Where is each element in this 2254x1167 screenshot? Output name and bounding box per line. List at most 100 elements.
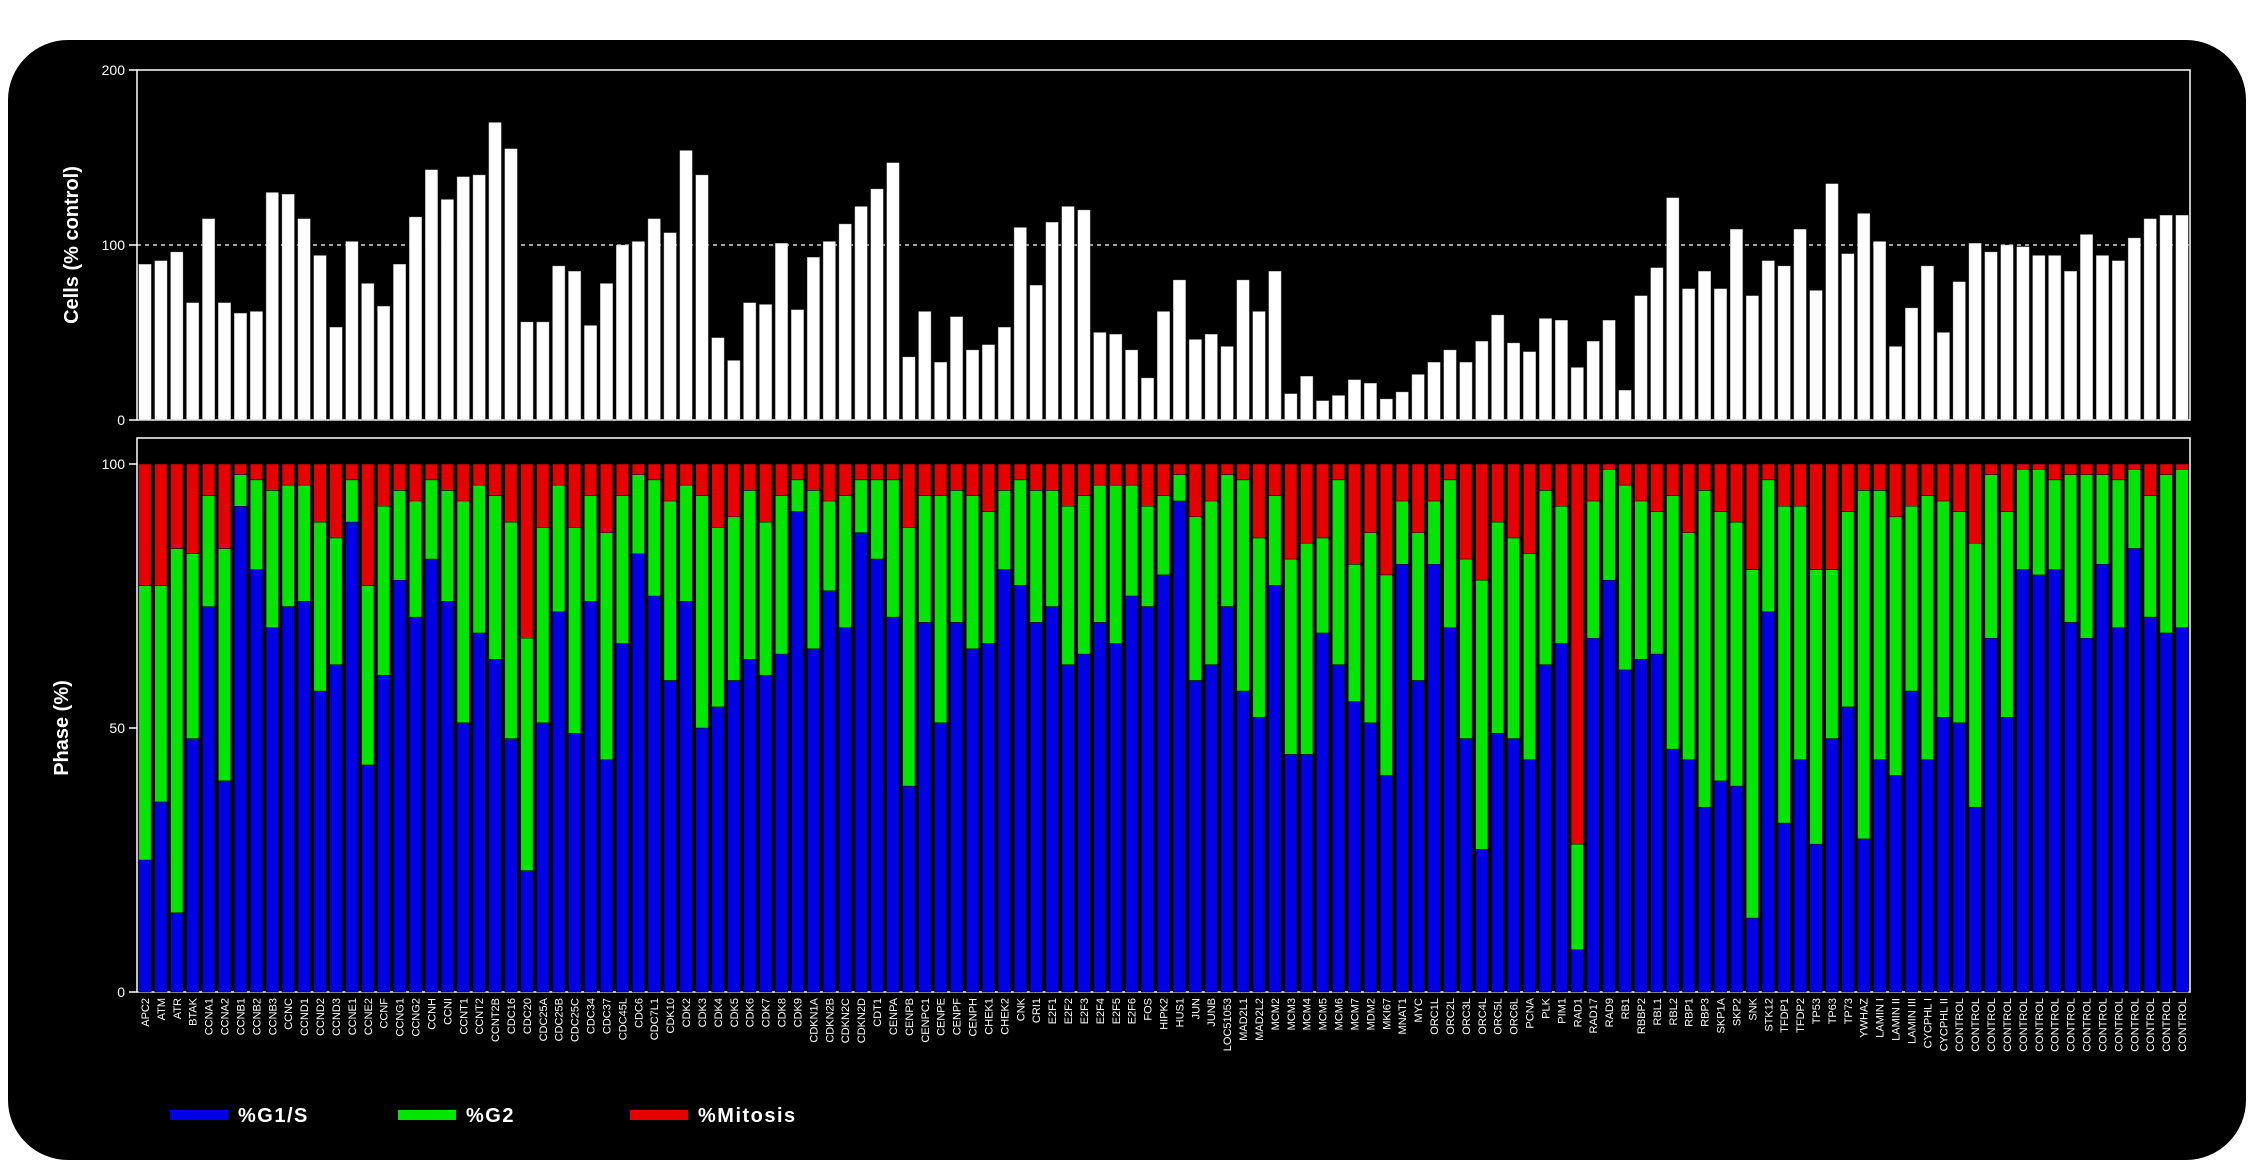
g1s-segment (1586, 637, 1600, 993)
g1s-segment (1745, 917, 1759, 993)
g1s-segment (2032, 574, 2046, 993)
mitosis-segment (520, 463, 534, 639)
g1s-segment (663, 680, 677, 993)
g1s-segment (1793, 759, 1807, 993)
g2-segment (631, 474, 645, 555)
g2-segment (233, 474, 247, 507)
cells-bar (2111, 260, 2125, 421)
g1s-segment (2143, 616, 2157, 993)
mitosis-segment (1013, 463, 1027, 481)
mitosis-segment (1204, 463, 1218, 502)
g2-segment (1045, 490, 1059, 607)
top-y-tick-label: 100 (102, 237, 126, 253)
cells-bar (1013, 227, 1027, 421)
cells-bar (2143, 218, 2157, 421)
g2-segment (1889, 516, 1903, 776)
g1s-segment (711, 706, 725, 993)
category-label: TP73 (1843, 998, 1855, 1024)
g1s-segment (791, 511, 804, 993)
g2-segment (1491, 521, 1505, 734)
cells-bar (377, 306, 391, 421)
g2-segment (1777, 505, 1791, 824)
g1s-segment (409, 616, 422, 993)
cells-bar (1602, 320, 1616, 421)
mitosis-segment (1475, 463, 1489, 581)
mitosis-segment (409, 463, 422, 502)
g2-segment (297, 484, 311, 602)
cells-bar (1650, 267, 1664, 421)
g2-segment (1761, 479, 1775, 613)
cells-bar (409, 216, 422, 421)
category-label: CDK3 (697, 998, 709, 1027)
g1s-segment (679, 601, 693, 993)
cells-bar (154, 260, 168, 421)
category-label: CONTROL (2113, 998, 2125, 1052)
category-label: CDK7 (761, 998, 773, 1027)
g2-segment (1873, 490, 1887, 760)
category-label: RBP3 (1700, 998, 1712, 1027)
mitosis-segment (1316, 463, 1330, 539)
mitosis-segment (1507, 463, 1521, 539)
mitosis-segment (552, 463, 566, 486)
g1s-segment (1634, 659, 1648, 993)
g1s-segment (1172, 500, 1186, 993)
g1s-segment (2016, 569, 2030, 993)
bottom-y-tick-label: 0 (117, 984, 125, 1000)
g1s-segment (1316, 632, 1330, 993)
cells-bar (1109, 334, 1123, 421)
g2-segment (345, 479, 359, 523)
g1s-segment (1507, 738, 1521, 993)
category-label: CDC25B (554, 998, 566, 1041)
cells-bar (504, 148, 518, 421)
mitosis-segment (1284, 463, 1298, 560)
g1s-segment (1379, 775, 1393, 993)
category-label: MCM4 (1302, 998, 1314, 1030)
category-label: CONTROL (2097, 998, 2109, 1052)
g2-segment (1650, 511, 1664, 655)
cells-bar (1252, 311, 1266, 421)
cells-bar (1029, 285, 1043, 421)
g1s-segment (2048, 569, 2062, 993)
category-label: ORC2L (1445, 998, 1457, 1035)
g1s-segment (600, 759, 613, 993)
g1s-segment (1936, 717, 1950, 993)
g1s-segment (1348, 701, 1361, 993)
mitosis-segment (1714, 463, 1727, 512)
g2-segment (1714, 511, 1727, 782)
cells-bar (218, 302, 231, 421)
category-label: CDC34 (586, 998, 598, 1034)
mitosis-segment (806, 463, 820, 491)
g2-segment (1204, 500, 1218, 665)
cells-bar (775, 243, 788, 421)
mitosis-segment (950, 463, 964, 491)
mitosis-segment (170, 463, 184, 549)
g1s-segment (966, 648, 979, 993)
category-label: PLK (1540, 997, 1552, 1018)
mitosis-segment (1141, 463, 1155, 507)
category-label: CONTROL (2018, 998, 2030, 1052)
cells-bar (2175, 215, 2189, 421)
g2-segment (1284, 558, 1298, 755)
g1s-segment (1332, 664, 1346, 993)
g2-segment (329, 537, 343, 665)
g2-segment (409, 500, 422, 618)
g1s-segment (1920, 759, 1934, 993)
cells-bar (1379, 398, 1393, 421)
g2-segment (1809, 569, 1823, 845)
mitosis-segment (615, 463, 629, 496)
g2-segment (488, 495, 502, 660)
g1s-segment (950, 622, 964, 993)
g1s-segment (202, 606, 216, 993)
g2-segment (711, 527, 725, 708)
g2-segment (2175, 469, 2189, 628)
g2-segment (1570, 843, 1584, 951)
g1s-segment (1666, 748, 1680, 993)
g2-segment (997, 490, 1011, 570)
g1s-segment (1554, 643, 1568, 993)
top-y-tick-label: 200 (102, 62, 126, 78)
g2-segment (138, 585, 152, 861)
cells-bar (488, 122, 502, 421)
category-label: CYCPHL II (1938, 998, 1950, 1051)
mitosis-segment (1157, 463, 1170, 496)
mitosis-segment (1220, 463, 1234, 475)
